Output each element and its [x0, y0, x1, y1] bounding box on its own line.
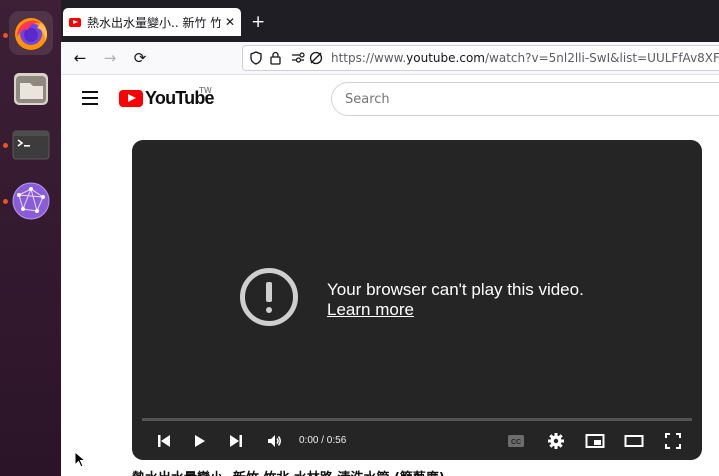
- youtube-logo[interactable]: YouTube TW: [119, 86, 215, 109]
- fullscreen-icon[interactable]: [664, 432, 682, 450]
- player-error-message: Your browser can't play this video. Lear…: [327, 280, 584, 320]
- autoplay-blocked-icon[interactable]: [309, 51, 323, 65]
- running-indicator: [3, 143, 8, 148]
- network-globe-icon: [12, 182, 50, 220]
- shield-icon[interactable]: [250, 51, 262, 65]
- running-indicator: [3, 33, 8, 38]
- back-button[interactable]: ←: [70, 48, 90, 68]
- error-text: Your browser can't play this video.: [327, 280, 584, 299]
- tab-close-icon[interactable]: ✕: [225, 15, 235, 29]
- learn-more-link[interactable]: Learn more: [327, 300, 414, 320]
- video-title: 熱水出水量變小..新竹 竹北 水林路 清洗水管 (簡藝廣): [132, 467, 445, 476]
- running-indicator: [3, 199, 8, 204]
- dock-files[interactable]: [9, 67, 53, 111]
- files-icon: [14, 73, 48, 105]
- video-player[interactable]: Your browser can't play this video. Lear…: [132, 140, 702, 460]
- tab-title: 熱水出水量變小.. 新竹 竹北: [87, 15, 221, 30]
- svg-text:CC: CC: [511, 439, 521, 446]
- youtube-page: YouTube TW Search Your browser can't pla…: [61, 75, 719, 476]
- volume-icon[interactable]: [266, 432, 284, 450]
- url-text[interactable]: https://www.youtube.com/watch?v=5nl2lli-…: [331, 51, 719, 65]
- reload-button[interactable]: ⟳: [130, 48, 150, 68]
- settings-gear-icon[interactable]: [547, 432, 565, 450]
- browser-tab-youtube[interactable]: 熱水出水量變小.. 新竹 竹北 ✕: [63, 8, 241, 36]
- lock-icon[interactable]: [270, 51, 281, 65]
- url-bar[interactable]: https://www.youtube.com/watch?v=5nl2lli-…: [242, 45, 719, 71]
- youtube-play-logo-icon: [119, 90, 143, 107]
- forward-button[interactable]: →: [100, 48, 120, 68]
- error-exclamation-icon: [240, 268, 298, 326]
- permissions-icon[interactable]: [291, 52, 305, 64]
- firefox-icon: [15, 18, 48, 50]
- browser-nav-bar: ← → ⟳ https://www.youtube.com/watch?v=5n…: [61, 42, 719, 75]
- terminal-icon: [12, 130, 50, 160]
- search-input[interactable]: Search: [331, 82, 719, 116]
- play-icon[interactable]: [193, 432, 207, 450]
- browser-tab-strip: 熱水出水量變小.. 新竹 竹北 ✕ +: [61, 0, 719, 42]
- youtube-favicon: [69, 17, 81, 27]
- subtitles-icon[interactable]: CC: [507, 432, 525, 450]
- next-icon[interactable]: [228, 432, 244, 450]
- ubuntu-dock: [0, 0, 62, 476]
- miniplayer-icon[interactable]: [585, 432, 605, 450]
- time-display: 0:00 / 0:56: [299, 435, 347, 446]
- mouse-pointer-icon: [74, 451, 86, 468]
- region-code: TW: [199, 86, 212, 95]
- search-placeholder: Search: [345, 92, 390, 107]
- previous-icon[interactable]: [156, 432, 172, 450]
- dock-terminal[interactable]: [9, 123, 53, 167]
- menu-icon[interactable]: [82, 91, 98, 109]
- dock-firefox[interactable]: [9, 11, 53, 55]
- new-tab-button[interactable]: +: [251, 12, 265, 32]
- dock-network-app[interactable]: [9, 179, 53, 223]
- progress-bar[interactable]: [142, 418, 692, 421]
- theater-mode-icon[interactable]: [624, 432, 644, 450]
